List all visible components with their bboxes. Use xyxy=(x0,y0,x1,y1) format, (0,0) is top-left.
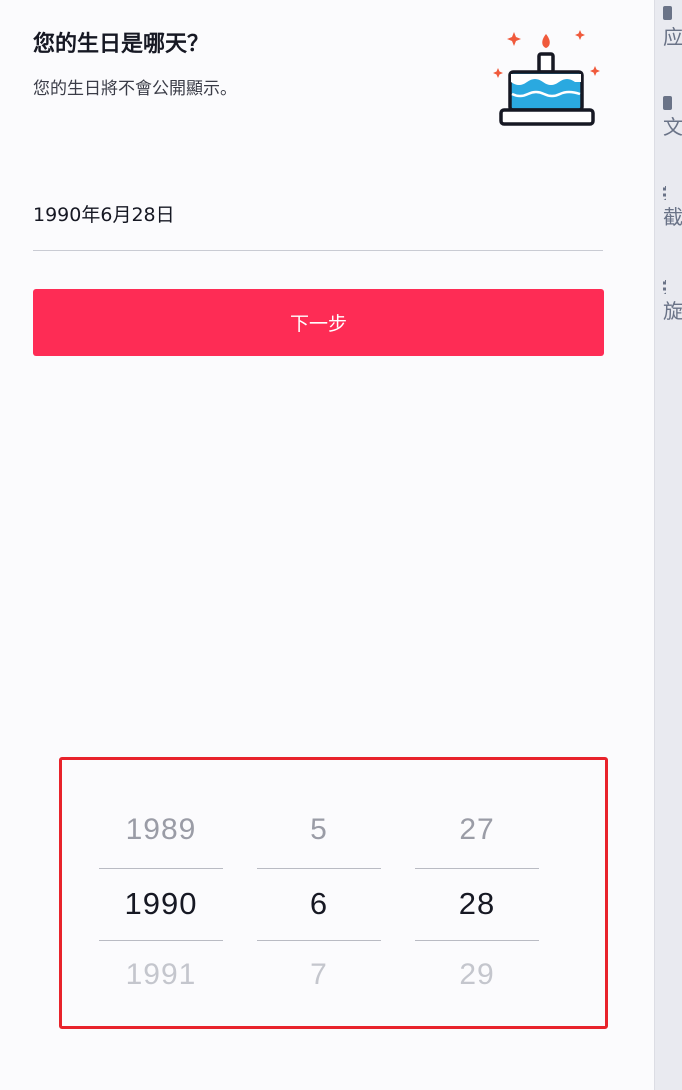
next-button[interactable]: 下一步 xyxy=(33,289,604,356)
side-item-label: 应 xyxy=(663,25,682,49)
year-divider-top xyxy=(99,868,223,869)
birthday-cake-icon xyxy=(493,30,600,126)
side-item-2[interactable]: 截 xyxy=(663,186,682,228)
birthday-value: 1990年6月28日 xyxy=(33,204,175,226)
day-divider-top xyxy=(415,868,539,869)
side-item-icon xyxy=(663,280,672,294)
side-item-label: 旋 xyxy=(663,299,682,323)
page-title: 您的生日是哪天？ xyxy=(33,32,210,57)
month-option-selected[interactable]: 6 xyxy=(257,886,381,922)
side-item-0[interactable]: 应 xyxy=(663,6,682,48)
day-option-prev[interactable]: 27 xyxy=(415,813,539,847)
side-panel: 应 文 截 旋 xyxy=(654,0,682,1090)
year-option-next[interactable]: 1991 xyxy=(99,958,223,992)
month-option-prev[interactable]: 5 xyxy=(257,813,381,847)
year-wheel[interactable]: 1989 1990 1991 xyxy=(99,760,223,1026)
month-option-next[interactable]: 7 xyxy=(257,958,381,992)
day-option-next[interactable]: 29 xyxy=(415,958,539,992)
month-divider-top xyxy=(257,868,381,869)
side-item-1[interactable]: 文 xyxy=(663,96,682,138)
day-option-selected[interactable]: 28 xyxy=(415,886,539,922)
year-divider-bottom xyxy=(99,940,223,941)
birthday-page: 您的生日是哪天？ 您的生日將不會公開顯示。 1990年6月28日 下一步 198… xyxy=(0,0,655,1090)
year-option-prev[interactable]: 1989 xyxy=(99,813,223,847)
side-item-icon xyxy=(663,96,672,110)
side-item-label: 截 xyxy=(663,205,682,229)
side-item-label: 文 xyxy=(663,115,682,139)
year-option-selected[interactable]: 1990 xyxy=(99,886,223,922)
page-subtitle: 您的生日將不會公開顯示。 xyxy=(33,79,237,99)
side-item-3[interactable]: 旋 xyxy=(663,280,682,322)
month-wheel[interactable]: 5 6 7 xyxy=(257,760,381,1026)
side-item-icon xyxy=(663,6,672,20)
day-divider-bottom xyxy=(415,940,539,941)
side-item-icon xyxy=(663,186,672,200)
month-divider-bottom xyxy=(257,940,381,941)
day-wheel[interactable]: 27 28 29 xyxy=(415,760,539,1026)
birthday-field[interactable]: 1990年6月28日 xyxy=(33,196,603,251)
date-picker: 1989 1990 1991 5 6 7 27 28 29 xyxy=(59,757,608,1029)
